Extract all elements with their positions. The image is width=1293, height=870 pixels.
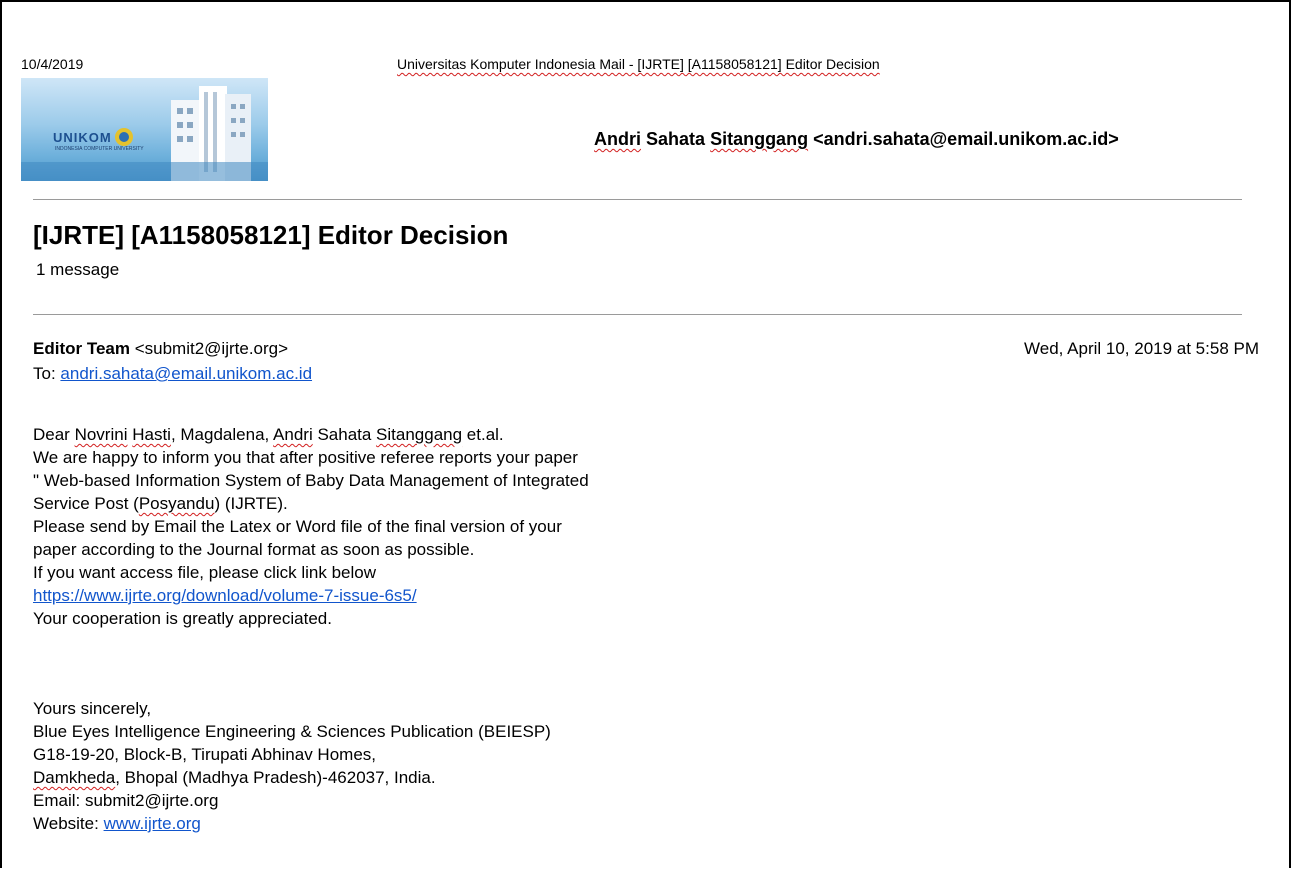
account-identity: Andri Sahata Sitanggang <andri.sahata@em… (594, 129, 1119, 150)
sender-email: <submit2@ijrte.org> (134, 339, 289, 358)
body-line-2: We are happy to inform you that after po… (33, 448, 578, 467)
signature-line-3-rest: , Bhopal (Madhya Pradesh)-462037, India. (115, 768, 436, 787)
greeting-sahata: Sahata (312, 425, 377, 444)
recipient-address-link[interactable]: andri.sahata@email.unikom.ac.id (60, 364, 312, 383)
greeting-dear: Dear (33, 425, 75, 444)
body-line-4-c: ) (IJRTE). (214, 494, 288, 513)
thread-subject: [IJRTE] [A1158058121] Editor Decision (33, 220, 509, 250)
body-line-4: Service Post (Posyandu) (IJRTE). (33, 492, 589, 515)
message-body: Dear Novrini Hasti, Magdalena, Andri Sah… (33, 423, 589, 630)
closing-line: Yours sincerely, (33, 699, 152, 718)
signature-line-1: Blue Eyes Intelligence Engineering & Sci… (33, 722, 551, 741)
to-label: To: (33, 364, 56, 383)
body-line-9: Your cooperation is greatly appreciated. (33, 609, 332, 628)
signature-email: Email: submit2@ijrte.org (33, 791, 219, 810)
body-line-4-posyandu: Posyandu (138, 494, 215, 513)
body-line-3: " Web-based Information System of Baby D… (33, 471, 589, 490)
body-line-6: paper according to the Journal format as… (33, 540, 475, 559)
sender-line: Editor Team <submit2@ijrte.org> (33, 339, 288, 359)
account-name-first: Andri (594, 129, 641, 149)
body-line-4-a: Service Post ( (33, 494, 139, 513)
signature-block: Yours sincerely, Blue Eyes Intelligence … (33, 697, 551, 835)
sender-name: Editor Team (33, 339, 130, 358)
print-title: Universitas Komputer Indonesia Mail - [I… (397, 56, 880, 72)
greeting-magdalena: , Magdalena, (170, 425, 274, 444)
greeting-name-andri: Andri (273, 425, 313, 444)
divider-top (33, 199, 1242, 200)
download-link-line: https://www.ijrte.org/download/volume-7-… (33, 584, 589, 607)
logo-subtitle: INDONESIA COMPUTER UNIVERSITY (55, 146, 144, 152)
logo-brand: UNIKOM (53, 130, 112, 145)
body-line-5: Please send by Email the Latex or Word f… (33, 517, 562, 536)
website-link[interactable]: www.ijrte.org (104, 814, 201, 833)
account-name-last: Sitanggang (710, 129, 809, 149)
unikom-logo: UNIKOM INDONESIA COMPUTER UNIVERSITY (21, 78, 268, 181)
website-label: Website: (33, 814, 104, 833)
greeting-name-novrini: Novrini (74, 425, 128, 444)
divider-bottom (33, 314, 1242, 315)
account-name-middle: Sahata (646, 129, 706, 149)
signature-website-line: Website: www.ijrte.org (33, 812, 551, 835)
greeting-name-sitanggang: Sitanggang (376, 425, 463, 444)
greeting-etal: et.al. (462, 425, 504, 444)
account-email: <andri.sahata@email.unikom.ac.id> (813, 129, 1119, 149)
greeting-line: Dear Novrini Hasti, Magdalena, Andri Sah… (33, 423, 589, 446)
signature-line-3: Damkheda, Bhopal (Madhya Pradesh)-462037… (33, 766, 551, 789)
recipient-line: To: andri.sahata@email.unikom.ac.id (33, 364, 312, 384)
download-link[interactable]: https://www.ijrte.org/download/volume-7-… (33, 586, 417, 605)
print-title-text: Universitas Komputer Indonesia Mail - [I… (397, 56, 880, 72)
body-line-7: If you want access file, please click li… (33, 563, 376, 582)
signature-damkheda: Damkheda (33, 768, 116, 787)
signature-line-2: G18-19-20, Block-B, Tirupati Abhinav Hom… (33, 745, 376, 764)
message-count: 1 message (36, 260, 120, 279)
message-date: Wed, April 10, 2019 at 5:58 PM (1024, 339, 1259, 358)
print-date: 10/4/2019 (21, 56, 84, 72)
greeting-name-hasti: Hasti (132, 425, 171, 444)
